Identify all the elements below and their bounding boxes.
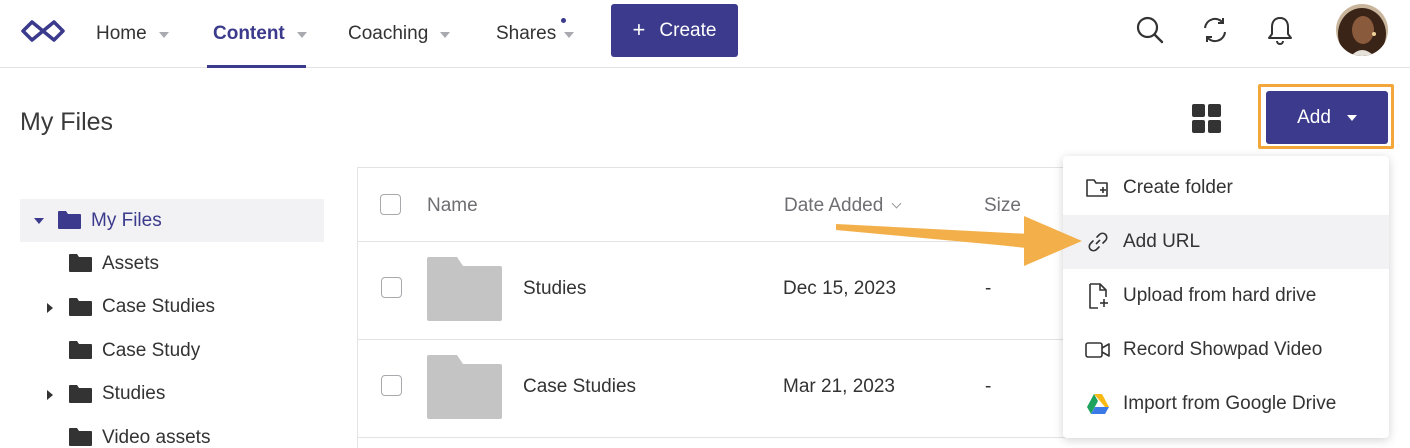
tree-item-my-files[interactable]: My Files [20, 199, 324, 243]
tree-item-studies[interactable]: Studies [20, 373, 324, 416]
tree-item-case-study[interactable]: Case Study [20, 329, 324, 372]
notifications-button[interactable] [1262, 12, 1298, 48]
folder-tree: My Files Assets Case Studies Case Study … [20, 199, 324, 448]
tree-item-label: Studies [102, 383, 166, 405]
row-date: Mar 21, 2023 [783, 376, 895, 397]
menu-item-create-folder[interactable]: Create folder [1063, 161, 1389, 215]
menu-item-label: Record Showpad Video [1123, 339, 1323, 360]
expand-toggle-icon[interactable] [34, 218, 44, 224]
menu-item-label: Add URL [1123, 231, 1201, 252]
folder-thumbnail-icon [427, 355, 502, 419]
add-button[interactable]: Add [1266, 91, 1388, 144]
tree-item-label: Video assets [102, 426, 211, 448]
row-checkbox[interactable] [381, 375, 402, 396]
menu-item-record-video[interactable]: Record Showpad Video [1063, 323, 1389, 377]
nav-content[interactable]: Content [207, 0, 307, 68]
chevron-down-icon [440, 32, 451, 38]
user-avatar-icon [1336, 4, 1388, 56]
grid-view-icon [1192, 120, 1205, 133]
active-tab-indicator [207, 65, 306, 68]
menu-item-upload[interactable]: Upload from hard drive [1063, 269, 1389, 323]
chevron-down-icon [1346, 114, 1357, 121]
nav-shares[interactable]: Shares [496, 0, 575, 68]
table-row[interactable]: Case Studies Mar 21, 2023 - [358, 340, 1117, 438]
folder-thumbnail-icon [427, 257, 502, 321]
bell-icon [1268, 17, 1292, 45]
sync-icon [1204, 17, 1226, 43]
tree-item-label: Case Studies [102, 296, 216, 318]
sync-button[interactable] [1197, 12, 1233, 48]
add-dropdown-menu: Create folder Add URL Upload from hard d… [1063, 156, 1389, 438]
menu-item-add-url[interactable]: Add URL [1063, 215, 1389, 269]
row-date: Dec 15, 2023 [783, 278, 897, 299]
row-checkbox[interactable] [381, 277, 402, 298]
row-size: - [985, 376, 992, 397]
expand-toggle-icon[interactable] [47, 389, 53, 400]
grid-view-icon [1208, 120, 1221, 133]
menu-item-label: Import from Google Drive [1123, 393, 1337, 414]
tree-item-label: My Files [91, 209, 162, 231]
grid-view-toggle[interactable] [1192, 104, 1222, 134]
menu-item-google-drive[interactable]: Import from Google Drive [1063, 377, 1389, 431]
add-button-label: Add [1297, 106, 1331, 128]
file-upload-icon [1085, 283, 1111, 309]
google-drive-icon [1085, 391, 1111, 417]
chevron-down-icon [296, 32, 307, 38]
folder-icon [58, 211, 81, 229]
tree-item-case-studies[interactable]: Case Studies [20, 286, 324, 329]
folder-icon [69, 341, 92, 360]
create-button-label: Create [659, 19, 717, 41]
folder-plus-icon [1085, 175, 1111, 201]
nav-home[interactable]: Home [96, 0, 169, 68]
grid-view-icon [1208, 104, 1221, 117]
search-icon [1136, 16, 1164, 44]
create-button[interactable]: + Create [611, 4, 738, 57]
chevron-down-icon [158, 32, 169, 38]
showpad-logo-icon[interactable] [20, 17, 66, 45]
tree-item-assets[interactable]: Assets [20, 242, 324, 285]
row-size: - [985, 278, 992, 299]
tree-item-video-assets[interactable]: Video assets [20, 416, 324, 448]
folder-icon [69, 297, 92, 316]
row-name: Case Studies [523, 376, 637, 397]
notification-dot [561, 18, 566, 23]
search-button[interactable] [1132, 12, 1168, 48]
menu-item-label: Upload from hard drive [1123, 285, 1317, 306]
chevron-down-icon [564, 32, 575, 38]
menu-item-label: Create folder [1123, 177, 1233, 198]
column-header-name-label: Name [427, 195, 478, 216]
video-camera-icon [1085, 337, 1111, 363]
row-name: Studies [523, 278, 587, 299]
folder-icon [69, 427, 92, 446]
expand-toggle-icon[interactable] [47, 302, 53, 313]
select-all-checkbox[interactable] [380, 194, 401, 215]
folder-icon [69, 384, 92, 403]
nav-coaching[interactable]: Coaching [348, 0, 451, 68]
top-navigation: Home Content Coaching Shares + Create [0, 0, 1410, 68]
tree-item-label: Case Study [102, 339, 201, 361]
tree-item-label: Assets [102, 253, 160, 275]
column-header-name[interactable]: Name [427, 195, 478, 217]
avatar[interactable] [1336, 4, 1388, 56]
nav-coaching-label: Coaching [348, 23, 429, 44]
folder-icon [69, 254, 92, 273]
nav-shares-label: Shares [496, 23, 557, 44]
sort-chevron-icon [891, 198, 902, 209]
plus-icon: + [632, 16, 646, 42]
nav-content-label: Content [213, 23, 285, 44]
page-title: My Files [20, 108, 114, 136]
nav-home-label: Home [96, 23, 147, 44]
grid-view-icon [1192, 104, 1205, 117]
annotation-arrow [836, 216, 1082, 266]
